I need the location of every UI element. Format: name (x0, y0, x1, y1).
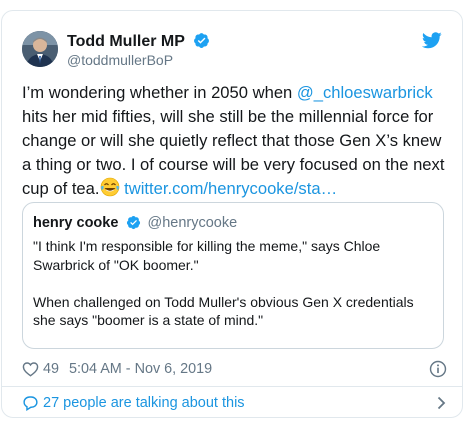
info-icon[interactable] (429, 360, 447, 378)
comment-icon (23, 396, 38, 411)
timestamp[interactable]: 5:04 AM - Nov 6, 2019 (69, 361, 212, 377)
verified-badge-icon (194, 33, 210, 48)
quoted-paragraph-1: "I think I'm responsible for killing the… (33, 238, 381, 273)
quoted-tweet-body: "I think I'm responsible for killing the… (33, 237, 433, 330)
quoted-paragraph-2: When challenged on Todd Muller's obvious… (33, 293, 414, 329)
author-avatar[interactable] (22, 31, 58, 67)
verified-badge-icon (127, 215, 141, 230)
quoted-tweet[interactable]: henry cooke @henrycooke "I think I'm res… (22, 202, 444, 349)
quoted-author-name[interactable]: henry cooke (33, 215, 118, 231)
quoted-author-handle[interactable]: @henrycooke (147, 215, 237, 231)
heart-icon[interactable] (22, 361, 39, 377)
tweet-meta: 49 5:04 AM - Nov 6, 2019 (22, 360, 447, 380)
chevron-right-icon[interactable] (435, 396, 447, 410)
divider (2, 386, 462, 387)
author-handle[interactable]: @toddmullerBoP (67, 52, 173, 68)
embedded-tweet-card: Todd Muller MP @toddmullerBoP I’m wonder… (1, 10, 463, 418)
author-name-text[interactable]: Todd Muller MP (67, 33, 185, 50)
twitter-bird-icon[interactable] (422, 32, 442, 49)
quoted-tweet-header: henry cooke @henrycooke (33, 215, 237, 231)
talking-about-label[interactable]: 27 people are talking about this (43, 395, 245, 411)
quoted-tweet-link[interactable]: twitter.com/henrycooke/sta… (124, 179, 337, 198)
talking-about-link[interactable]: 27 people are talking about this (22, 392, 447, 414)
mention-link[interactable]: @_chloeswarbrick (297, 83, 433, 102)
like-count[interactable]: 49 (43, 361, 59, 377)
tears-of-joy-emoji-icon (100, 177, 119, 197)
tweet-text: I’m wondering whether in 2050 when @_chl… (22, 81, 447, 201)
tweet-text-part1: I’m wondering whether in 2050 when (22, 83, 297, 102)
author-name[interactable]: Todd Muller MP (67, 32, 210, 51)
